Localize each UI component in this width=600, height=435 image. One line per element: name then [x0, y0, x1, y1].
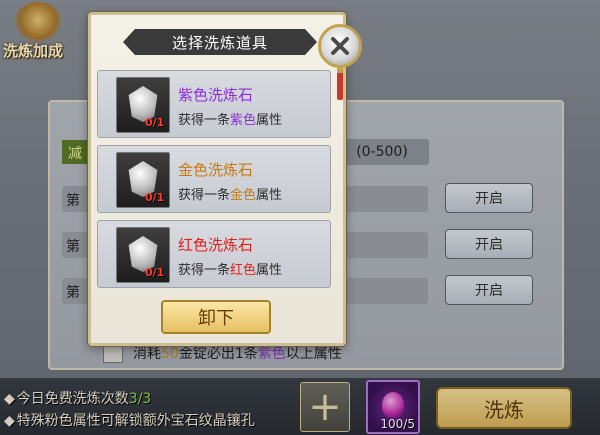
stone-desc: 获得一条金色属性	[178, 184, 282, 203]
stone-desc: 获得一条紫色属性	[178, 109, 282, 128]
unload-button[interactable]: 卸下	[161, 300, 271, 334]
option-red-stone[interactable]: 0/1 红色洗炼石 获得一条红色属性	[97, 220, 331, 288]
desc-color: 红色	[230, 263, 257, 278]
modal-header: 选择洗炼道具	[123, 29, 317, 55]
desc-prefix: 获得一条	[178, 263, 231, 278]
desc-color: 紫色	[230, 113, 257, 128]
option-gold-stone[interactable]: 0/1 金色洗炼石 获得一条金色属性	[97, 145, 331, 213]
stone-desc: 获得一条红色属性	[178, 259, 282, 278]
desc-suffix: 属性	[256, 263, 283, 278]
desc-color: 金色	[230, 188, 257, 203]
close-button[interactable]	[318, 24, 362, 68]
stone-name: 红色洗炼石	[178, 236, 254, 254]
stone-qty: 0/1	[145, 116, 165, 129]
desc-prefix: 获得一条	[178, 188, 231, 203]
tassel-decoration	[337, 66, 343, 100]
stone-name: 金色洗炼石	[178, 161, 254, 179]
desc-suffix: 属性	[256, 113, 283, 128]
modal-title: 选择洗炼道具	[171, 33, 268, 52]
stone-qty: 0/1	[145, 266, 165, 279]
option-purple-stone[interactable]: 0/1 紫色洗炼石 获得一条紫色属性	[97, 70, 331, 138]
desc-prefix: 获得一条	[178, 113, 231, 128]
desc-suffix: 属性	[256, 188, 283, 203]
stone-name: 紫色洗炼石	[178, 86, 254, 104]
close-icon	[331, 37, 349, 55]
stone-qty: 0/1	[145, 191, 165, 204]
red-stone-thumb: 0/1	[116, 227, 170, 283]
gold-stone-thumb: 0/1	[116, 152, 170, 208]
purple-stone-thumb: 0/1	[116, 77, 170, 133]
